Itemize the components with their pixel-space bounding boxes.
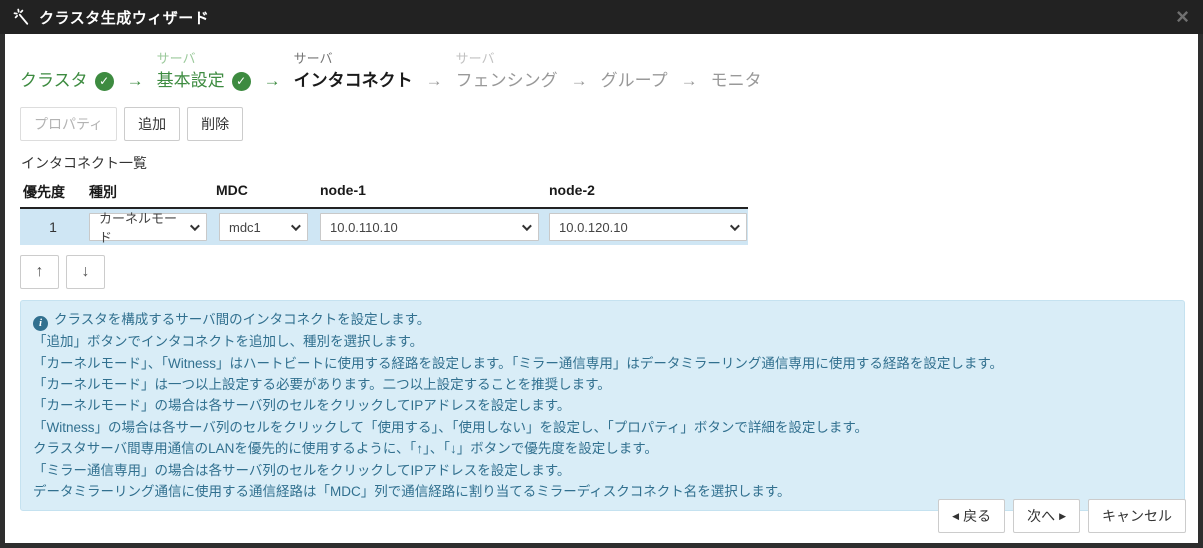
info-box: i クラスタを構成するサーバ間のインタコネクトを設定します。 「追加」ボタンでイン…	[20, 300, 1185, 511]
info-line: 「カーネルモード」、「Witness」はハートビートに使用する経路を設定します。…	[33, 353, 1172, 374]
step-top-label: サーバ	[456, 48, 558, 69]
header-node1: node-1	[320, 182, 549, 202]
step-top-label	[711, 48, 762, 69]
arrow-icon: →	[264, 69, 281, 93]
add-button[interactable]: 追加	[124, 107, 180, 141]
move-down-button[interactable]: ↓	[66, 255, 105, 289]
info-line: 「カーネルモード」は一つ以上設定する必要があります。二つ以上設定することを推奨し…	[33, 374, 1172, 395]
priority-value: 1	[20, 219, 86, 235]
mdc-select[interactable]: mdc1	[219, 213, 308, 241]
step-top-label: サーバ	[157, 48, 251, 69]
node1-select-value: 10.0.110.10	[330, 220, 398, 235]
chevron-down-icon	[190, 221, 200, 231]
arrow-icon: →	[426, 69, 443, 93]
step-cluster[interactable]: クラスタ ✓	[20, 48, 114, 93]
interconnect-table: 優先度 種別 MDC node-1 node-2 1 カーネルモード mdc1	[20, 182, 748, 245]
header-node2: node-2	[549, 182, 748, 202]
step-top-label: サーバ	[294, 48, 413, 69]
info-line: i クラスタを構成するサーバ間のインタコネクトを設定します。	[33, 309, 1172, 331]
step-monitor[interactable]: モニタ	[711, 48, 762, 93]
info-line: 「ミラー通信専用」の場合は各サーバ列のセルをクリックしてIPアドレスを設定します…	[33, 460, 1172, 481]
step-interconnect[interactable]: サーバ インタコネクト	[294, 48, 413, 93]
step-arrow-wrap: →	[426, 48, 443, 93]
type-select-value: カーネルモード	[99, 208, 182, 246]
back-arrow-icon: ◀	[952, 512, 959, 521]
remove-button[interactable]: 削除	[187, 107, 243, 141]
arrow-icon: →	[127, 69, 144, 93]
chevron-down-icon	[291, 221, 301, 231]
check-icon: ✓	[95, 72, 114, 91]
chevron-down-icon	[730, 221, 740, 231]
wizard-breadcrumb: クラスタ ✓ → サーバ 基本設定 ✓ → サーバ	[20, 48, 1186, 93]
priority-order-buttons: ↑ ↓	[20, 255, 1186, 289]
step-label: インタコネクト	[294, 69, 413, 93]
step-arrow-wrap: →	[127, 48, 144, 93]
magic-wand-icon	[13, 8, 31, 26]
chevron-down-icon	[522, 221, 532, 231]
info-text: クラスタを構成するサーバ間のインタコネクトを設定します。	[54, 312, 430, 327]
info-line: 「カーネルモード」の場合は各サーバ列のセルをクリックしてIPアドレスを設定します…	[33, 395, 1172, 416]
next-button[interactable]: 次へ ▶	[1013, 499, 1080, 533]
arrow-icon: →	[571, 69, 588, 93]
header-mdc: MDC	[216, 182, 320, 202]
step-label: グループ	[601, 69, 668, 93]
dialog-content: クラスタ ✓ → サーバ 基本設定 ✓ → サーバ	[5, 34, 1198, 543]
step-arrow-wrap: →	[264, 48, 281, 93]
step-label: モニタ	[711, 69, 762, 93]
property-button[interactable]: プロパティ	[20, 107, 117, 141]
header-priority: 優先度	[20, 182, 86, 202]
info-icon: i	[33, 316, 48, 331]
step-top-label	[20, 48, 114, 69]
check-icon: ✓	[232, 72, 251, 91]
step-fencing[interactable]: サーバ フェンシング	[456, 48, 558, 93]
header-type: 種別	[86, 182, 216, 202]
table-row: 1 カーネルモード mdc1 10.0.110.10	[20, 209, 748, 245]
move-up-button[interactable]: ↑	[20, 255, 59, 289]
node2-select[interactable]: 10.0.120.10	[549, 213, 747, 241]
step-label: 基本設定	[157, 69, 225, 93]
node2-select-value: 10.0.120.10	[559, 220, 628, 235]
next-label: 次へ	[1027, 507, 1055, 525]
dialog-title: クラスタ生成ウィザード	[39, 7, 209, 28]
next-arrow-icon: ▶	[1059, 512, 1066, 521]
title-bar: クラスタ生成ウィザード ×	[0, 0, 1203, 34]
table-header-row: 優先度 種別 MDC node-1 node-2	[20, 182, 748, 209]
type-select[interactable]: カーネルモード	[89, 213, 207, 241]
step-label: フェンシング	[456, 69, 558, 93]
step-arrow-wrap: →	[571, 48, 588, 93]
toolbar: プロパティ 追加 削除	[20, 107, 1186, 141]
info-line: 「Witness」の場合は各サーバ列のセルをクリックして「使用する」、「使用しな…	[33, 417, 1172, 438]
interconnect-list-title: インタコネクト一覧	[21, 153, 1186, 173]
mdc-select-value: mdc1	[229, 220, 261, 235]
info-line: 「追加」ボタンでインタコネクトを追加し、種別を選択します。	[33, 331, 1172, 352]
step-label: クラスタ	[20, 69, 88, 93]
step-arrow-wrap: →	[681, 48, 698, 93]
back-button[interactable]: ◀ 戻る	[938, 499, 1005, 533]
step-group[interactable]: グループ	[601, 48, 668, 93]
footer-buttons: ◀ 戻る 次へ ▶ キャンセル	[938, 499, 1186, 533]
back-label: 戻る	[963, 507, 991, 525]
step-top-label	[601, 48, 668, 69]
cluster-wizard-dialog: クラスタ生成ウィザード × クラスタ ✓ → サーバ 基本設定 ✓	[0, 0, 1203, 548]
cancel-button[interactable]: キャンセル	[1088, 499, 1186, 533]
info-line: クラスタサーバ間専用通信のLANを優先的に使用するように、「↑」、「↓」ボタンで…	[33, 438, 1172, 459]
node1-select[interactable]: 10.0.110.10	[320, 213, 539, 241]
step-basic-settings[interactable]: サーバ 基本設定 ✓	[157, 48, 251, 93]
arrow-icon: →	[681, 69, 698, 93]
close-icon[interactable]: ×	[1176, 6, 1189, 28]
